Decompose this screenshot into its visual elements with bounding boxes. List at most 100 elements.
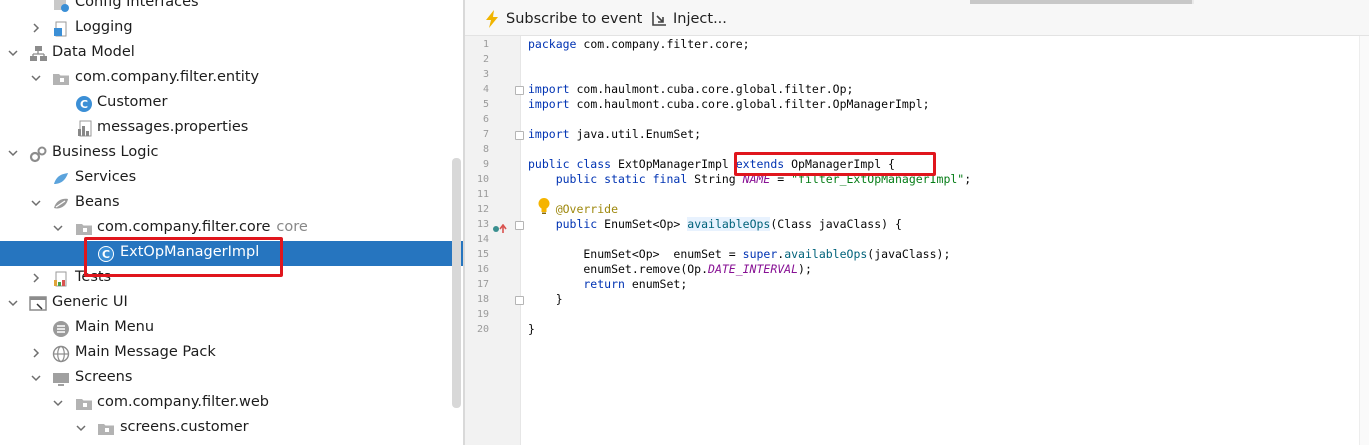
tree-scrollbar[interactable] [452, 158, 461, 408]
generic-ui-icon [29, 295, 47, 313]
project-tree[interactable]: Config Interfaces Logging Data Model com… [0, 0, 463, 445]
class-name: ExtOpManagerImpl [611, 157, 736, 171]
chevron-down-icon[interactable] [30, 197, 42, 209]
chevron-down-icon[interactable] [52, 397, 64, 409]
chevron-down-icon[interactable] [75, 422, 87, 434]
chevron-down-icon[interactable] [7, 147, 19, 159]
tree-item-services[interactable]: Services [0, 166, 463, 191]
type-name: String [687, 172, 743, 186]
tree-item-label: Main Message Pack [75, 344, 216, 360]
inject-button[interactable]: Inject... [650, 8, 727, 30]
tree-item-label: Beans [75, 194, 120, 210]
fold-marker[interactable] [515, 131, 524, 140]
code-line-5[interactable]: import com.haulmont.cuba.core.global.fil… [528, 97, 930, 112]
editor-toolbar: Subscribe to event Inject... [465, 0, 1369, 36]
chevron-right-icon[interactable] [30, 22, 42, 34]
line-number: 2 [482, 54, 489, 65]
services-icon [52, 170, 70, 188]
tree-item-screens[interactable]: Screens [0, 366, 463, 391]
line-number: 17 [476, 279, 489, 290]
tree-item-label: Main Menu [75, 319, 155, 335]
string-literal: "filter_ExtOpManagerImpl" [791, 172, 965, 186]
override-marker-icon[interactable] [492, 219, 510, 238]
inject-icon [650, 10, 668, 28]
tree-item-data-model[interactable]: Data Model [0, 41, 463, 66]
data-model-icon [29, 45, 47, 63]
editor-scrollbar[interactable] [1359, 36, 1369, 445]
tree-item-label: Customer [97, 94, 168, 110]
logging-icon [52, 20, 70, 38]
tree-item-customer[interactable]: C Customer [0, 91, 463, 116]
tree-item-tests[interactable]: Tests [0, 266, 463, 291]
tree-item-label: Data Model [52, 44, 135, 60]
code-text: java.util.EnumSet; [569, 127, 702, 141]
line-number: 11 [476, 189, 489, 200]
config-interfaces-icon [52, 0, 70, 13]
tree-item-beans[interactable]: Beans [0, 191, 463, 216]
menu-icon [52, 320, 70, 338]
chevron-down-icon[interactable] [52, 222, 64, 234]
code-text: (javaClass); [867, 247, 951, 261]
tree-item-main-message-pack[interactable]: Main Message Pack [0, 341, 463, 366]
code-line-16[interactable]: enumSet.remove(Op.DATE_INTERVAL); [528, 262, 812, 277]
code-line-15[interactable]: EnumSet<Op> enumSet = super.availableOps… [528, 247, 950, 262]
fold-marker[interactable] [515, 221, 524, 230]
code-line-20[interactable]: } [528, 322, 535, 337]
chevron-down-icon[interactable] [7, 47, 19, 59]
keyword: extends [735, 157, 785, 171]
tree-item-entity-package[interactable]: com.company.filter.entity [0, 66, 463, 91]
code-line-4[interactable]: import com.haulmont.cuba.core.global.fil… [528, 82, 853, 97]
line-number: 15 [476, 249, 489, 260]
tree-item-generic-ui[interactable]: Generic UI [0, 291, 463, 316]
code-line-12[interactable]: @Override [528, 202, 618, 217]
chevron-down-icon[interactable] [30, 372, 42, 384]
tree-item-label: Business Logic [52, 144, 159, 160]
code-line-9[interactable]: public class ExtOpManagerImpl extends Op… [528, 157, 895, 172]
fold-marker[interactable] [515, 86, 524, 95]
tree-item-messages-properties[interactable]: messages.properties [0, 116, 463, 141]
line-number: 7 [482, 129, 489, 140]
code-text: com.haulmont.cuba.core.global.filter.OpM… [569, 97, 930, 111]
code-text: enumSet; [624, 277, 688, 291]
tree-item-label: com.company.filter.entity [75, 69, 260, 85]
chevron-right-icon[interactable] [30, 272, 42, 284]
code-line-1[interactable]: package com.company.filter.core; [528, 37, 750, 52]
lightning-icon [483, 10, 501, 28]
tree-item-label: screens.customer [120, 419, 249, 435]
tree-item-core-package[interactable]: com.company.filter.core core [0, 216, 463, 241]
package-folder-icon [97, 420, 115, 438]
keyword: import [528, 82, 570, 96]
tests-icon [52, 270, 70, 288]
tree-item-main-menu[interactable]: Main Menu [0, 316, 463, 341]
keyword: import [528, 97, 570, 111]
code-line-17[interactable]: return enumSet; [528, 277, 687, 292]
tree-item-extopmanagerimpl[interactable]: C ExtOpManagerImpl [0, 241, 463, 266]
line-number: 13 [476, 219, 489, 230]
tab-strip-scroll [970, 0, 1192, 4]
subscribe-to-event-button[interactable]: Subscribe to event [483, 8, 642, 30]
code-line-13[interactable]: public EnumSet<Op> availableOps(Class ja… [528, 217, 902, 232]
line-number-gutter[interactable]: 1 2 3 4 5 6 7 8 9 10 11 12 13 14 15 16 1… [465, 36, 524, 445]
tree-item-config-interfaces[interactable]: Config Interfaces [0, 0, 463, 16]
line-number: 19 [476, 309, 489, 320]
tree-item-screens-customer[interactable]: screens.customer [0, 416, 463, 441]
code-editor[interactable]: Subscribe to event Inject... 1 2 3 4 5 6… [465, 0, 1369, 445]
tree-item-label: Screens [75, 369, 133, 385]
tree-item-logging[interactable]: Logging [0, 16, 463, 41]
chevron-right-icon[interactable] [30, 347, 42, 359]
code-text: enumSet.remove(Op. [528, 262, 709, 276]
chevron-down-icon[interactable] [7, 297, 19, 309]
line-number: 20 [476, 324, 489, 335]
code-line-18[interactable]: } [528, 292, 563, 307]
line-number: 10 [476, 174, 489, 185]
fold-marker[interactable] [515, 296, 524, 305]
tree-item-business-logic[interactable]: Business Logic [0, 141, 463, 166]
subscribe-to-event-label: Subscribe to event [506, 11, 643, 27]
code-line-10[interactable]: public static final String NAME = "filte… [528, 172, 971, 187]
chevron-down-icon[interactable] [30, 72, 42, 84]
code-text: } [528, 322, 535, 336]
code-line-7[interactable]: import java.util.EnumSet; [528, 127, 701, 142]
tree-item-web-package[interactable]: com.company.filter.web [0, 391, 463, 416]
tree-item-label: Generic UI [52, 294, 128, 310]
keyword: package [528, 37, 577, 51]
